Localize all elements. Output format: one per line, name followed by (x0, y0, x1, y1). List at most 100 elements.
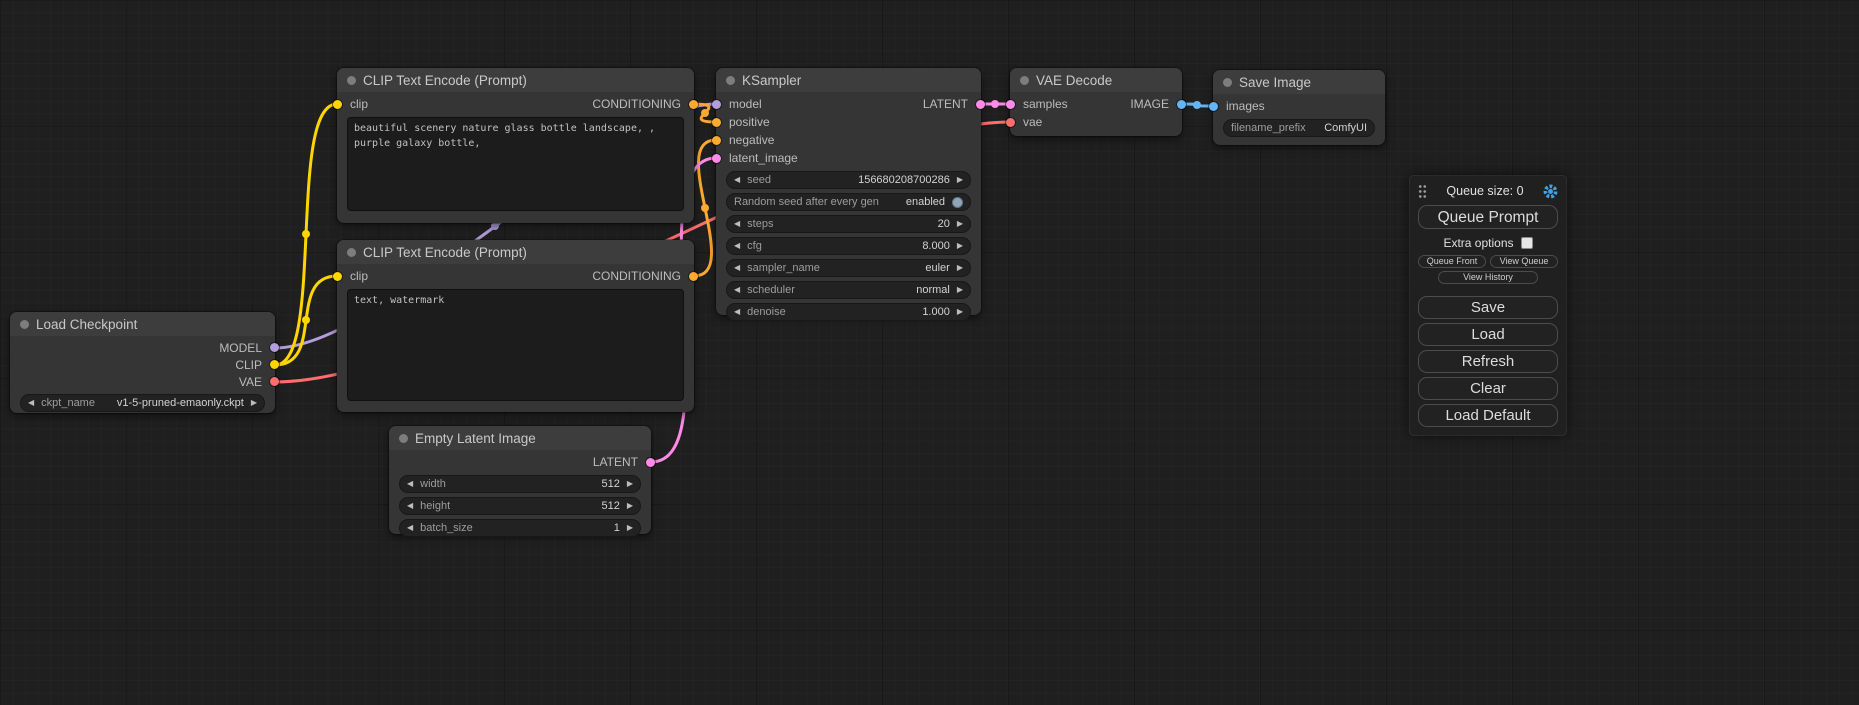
port-image-output[interactable] (1177, 100, 1186, 109)
decrement-arrow-icon[interactable]: ◀ (734, 282, 740, 298)
increment-arrow-icon[interactable]: ▶ (957, 282, 963, 298)
queue-prompt-button[interactable]: Queue Prompt (1418, 205, 1558, 229)
node-ksampler[interactable]: KSampler model LATENT positive negative … (716, 68, 981, 315)
node-title-bar[interactable]: KSampler (716, 68, 981, 92)
port-latent-output[interactable] (646, 458, 655, 467)
slot-row: model LATENT (716, 95, 981, 113)
queue-small-buttons-row: Queue Front View Queue (1418, 255, 1558, 268)
node-title: CLIP Text Encode (Prompt) (363, 73, 527, 88)
port-clip-input[interactable] (333, 100, 342, 109)
collapse-dot-icon[interactable] (726, 76, 735, 85)
node-title-bar[interactable]: Load Checkpoint (10, 312, 275, 336)
decrement-arrow-icon[interactable]: ◀ (407, 498, 413, 514)
port-vae-output[interactable] (270, 377, 279, 386)
decrement-arrow-icon[interactable]: ◀ (734, 304, 740, 320)
drag-handle-icon[interactable] (1418, 184, 1427, 199)
port-vae-input[interactable] (1006, 118, 1015, 127)
node-title-bar[interactable]: CLIP Text Encode (Prompt) (337, 68, 694, 92)
slot-row: MODEL (10, 339, 275, 356)
decrement-arrow-icon[interactable]: ◀ (734, 216, 740, 232)
wire-clip-negative (275, 276, 337, 365)
increment-arrow-icon[interactable]: ▶ (957, 172, 963, 188)
node-load-checkpoint[interactable]: Load Checkpoint MODEL CLIP VAE ◀ ckpt_na… (10, 312, 275, 413)
node-title-bar[interactable]: Empty Latent Image (389, 426, 651, 450)
widget-random-seed-toggle[interactable]: Random seed after every gen enabled (726, 193, 971, 211)
port-negative-input[interactable] (712, 136, 721, 145)
input-label-clip: clip (350, 97, 368, 111)
widget-denoise[interactable]: ◀ denoise 1.000 ▶ (726, 303, 971, 321)
save-button[interactable]: Save (1418, 296, 1558, 319)
port-latent-output[interactable] (976, 100, 985, 109)
slot-row: samples IMAGE (1010, 95, 1182, 113)
settings-gear-icon[interactable] (1543, 184, 1558, 199)
node-save-image[interactable]: Save Image images filename_prefix ComfyU… (1213, 70, 1385, 145)
collapse-dot-icon[interactable] (399, 434, 408, 443)
port-positive-input[interactable] (712, 118, 721, 127)
increment-arrow-icon[interactable]: ▶ (627, 476, 633, 492)
prompt-text-area[interactable]: text, watermark (347, 289, 684, 401)
decrement-arrow-icon[interactable]: ◀ (734, 238, 740, 254)
refresh-button[interactable]: Refresh (1418, 350, 1558, 373)
node-clip-text-encode-positive[interactable]: CLIP Text Encode (Prompt) clip CONDITION… (337, 68, 694, 223)
widget-height[interactable]: ◀ height 512 ▶ (399, 497, 641, 515)
port-conditioning-output[interactable] (689, 100, 698, 109)
widget-label: scheduler (747, 284, 795, 296)
load-default-button[interactable]: Load Default (1418, 404, 1558, 427)
input-label-vae: vae (1023, 115, 1042, 129)
view-queue-button[interactable]: View Queue (1490, 255, 1558, 268)
port-clip-output[interactable] (270, 360, 279, 369)
view-history-button[interactable]: View History (1438, 271, 1539, 284)
port-clip-input[interactable] (333, 272, 342, 281)
widget-width[interactable]: ◀ width 512 ▶ (399, 475, 641, 493)
toggle-knob[interactable] (952, 197, 963, 208)
widget-ckpt-name[interactable]: ◀ ckpt_name v1-5-pruned-emaonly.ckpt ▶ (20, 394, 265, 412)
node-clip-text-encode-negative[interactable]: CLIP Text Encode (Prompt) clip CONDITION… (337, 240, 694, 412)
node-title-bar[interactable]: CLIP Text Encode (Prompt) (337, 240, 694, 264)
increment-arrow-icon[interactable]: ▶ (957, 260, 963, 276)
node-title-bar[interactable]: VAE Decode (1010, 68, 1182, 92)
widget-sampler-name[interactable]: ◀ sampler_name euler ▶ (726, 259, 971, 277)
port-latent-image-input[interactable] (712, 154, 721, 163)
output-label-latent: LATENT (923, 97, 968, 111)
slot-row: CLIP (10, 356, 275, 373)
prompt-text-area[interactable]: beautiful scenery nature glass bottle la… (347, 117, 684, 211)
widget-label: batch_size (420, 522, 473, 534)
queue-front-button[interactable]: Queue Front (1418, 255, 1486, 268)
widget-batch-size[interactable]: ◀ batch_size 1 ▶ (399, 519, 641, 537)
widget-cfg[interactable]: ◀ cfg 8.000 ▶ (726, 237, 971, 255)
port-conditioning-output[interactable] (689, 272, 698, 281)
extra-options-checkbox[interactable] (1521, 237, 1533, 249)
widget-seed[interactable]: ◀ seed 156680208700286 ▶ (726, 171, 971, 189)
collapse-dot-icon[interactable] (1020, 76, 1029, 85)
node-title-bar[interactable]: Save Image (1213, 70, 1385, 94)
increment-arrow-icon[interactable]: ▶ (251, 395, 257, 411)
output-label-vae: VAE (239, 375, 262, 389)
load-button[interactable]: Load (1418, 323, 1558, 346)
decrement-arrow-icon[interactable]: ◀ (407, 476, 413, 492)
port-model-input[interactable] (712, 100, 721, 109)
widget-value: 156680208700286 (858, 174, 950, 186)
increment-arrow-icon[interactable]: ▶ (957, 238, 963, 254)
collapse-dot-icon[interactable] (1223, 78, 1232, 87)
widget-scheduler[interactable]: ◀ scheduler normal ▶ (726, 281, 971, 299)
widget-filename-prefix[interactable]: filename_prefix ComfyUI (1223, 119, 1375, 137)
increment-arrow-icon[interactable]: ▶ (627, 498, 633, 514)
decrement-arrow-icon[interactable]: ◀ (407, 520, 413, 536)
increment-arrow-icon[interactable]: ▶ (627, 520, 633, 536)
port-images-input[interactable] (1209, 102, 1218, 111)
node-empty-latent-image[interactable]: Empty Latent Image LATENT ◀ width 512 ▶ … (389, 426, 651, 534)
decrement-arrow-icon[interactable]: ◀ (734, 260, 740, 276)
port-samples-input[interactable] (1006, 100, 1015, 109)
increment-arrow-icon[interactable]: ▶ (957, 304, 963, 320)
decrement-arrow-icon[interactable]: ◀ (28, 395, 34, 411)
decrement-arrow-icon[interactable]: ◀ (734, 172, 740, 188)
clear-button[interactable]: Clear (1418, 377, 1558, 400)
port-model-output[interactable] (270, 343, 279, 352)
collapse-dot-icon[interactable] (20, 320, 29, 329)
collapse-dot-icon[interactable] (347, 248, 356, 257)
collapse-dot-icon[interactable] (347, 76, 356, 85)
node-vae-decode[interactable]: VAE Decode samples IMAGE vae (1010, 68, 1182, 136)
increment-arrow-icon[interactable]: ▶ (957, 216, 963, 232)
widget-steps[interactable]: ◀ steps 20 ▶ (726, 215, 971, 233)
node-graph-canvas[interactable]: Load Checkpoint MODEL CLIP VAE ◀ ckpt_na… (0, 0, 1859, 705)
